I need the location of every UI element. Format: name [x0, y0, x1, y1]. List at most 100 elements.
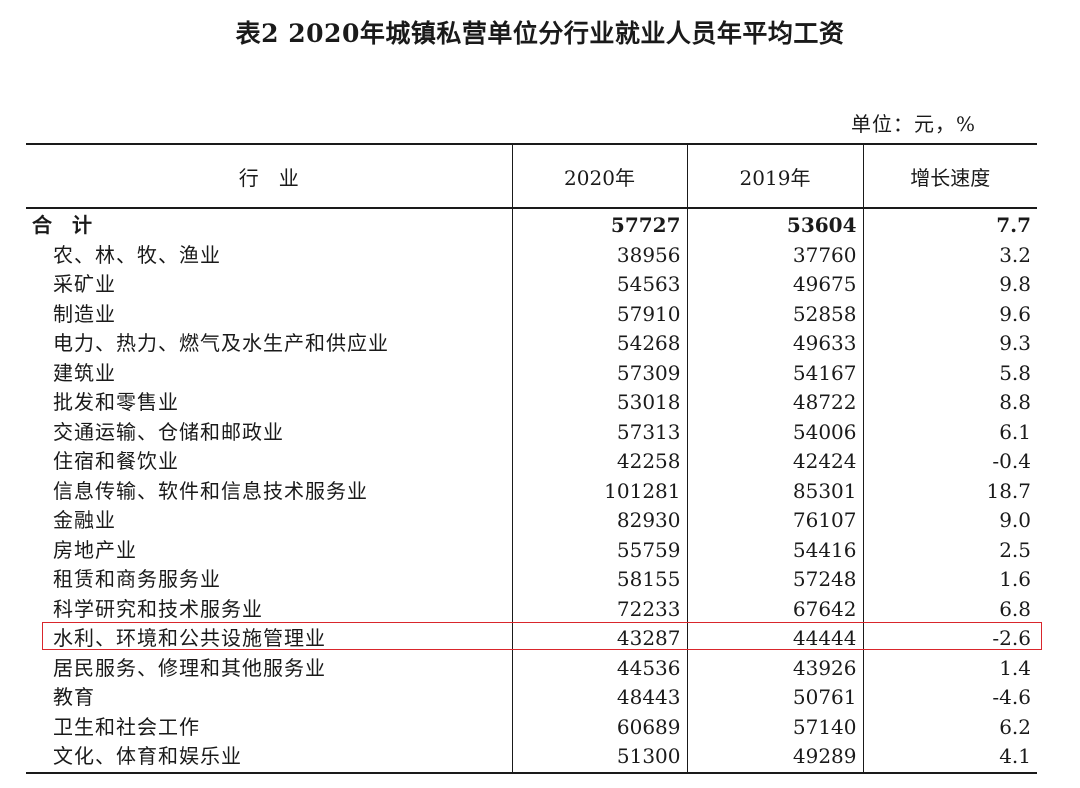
growth-rate: 2.5 — [999, 537, 1031, 562]
industry-name: 住宿和餐饮业 — [26, 447, 513, 477]
table-row: 信息传输、软件和信息技术服务业 101281 85301 18.7 — [26, 476, 1037, 506]
value-2020: 51300 — [512, 742, 688, 774]
growth-rate: 18.7 — [986, 478, 1031, 503]
industry-name: 科学研究和技术服务业 — [26, 594, 513, 624]
value-2019: 54416 — [687, 535, 864, 565]
value-2019: 54006 — [687, 417, 864, 447]
growth-rate: -0.4 — [992, 449, 1031, 473]
industry-name: 文化、体育和娱乐业 — [26, 742, 513, 774]
industry-name: 农、林、牧、渔业 — [26, 240, 513, 270]
industry-name: 建筑业 — [26, 358, 513, 388]
industry-name: 教育 — [26, 683, 513, 713]
value-2019: 57140 — [687, 712, 864, 742]
total-row: 合 计 57727 53604 7.7 — [26, 208, 1037, 241]
growth-rate: 9.3 — [999, 331, 1031, 355]
value-2020: 48443 — [512, 683, 688, 713]
table-row: 电力、热力、燃气及水生产和供应业 54268 49633 9.3 — [26, 329, 1037, 359]
value-2020: 53018 — [512, 388, 688, 418]
value-2019: 54167 — [687, 358, 864, 388]
table-row: 制造业 57910 52858 9.6 — [26, 299, 1037, 329]
growth-rate: 3.2 — [999, 242, 1031, 267]
value-2019: 67642 — [687, 594, 864, 624]
value-2019: 52858 — [687, 299, 864, 329]
growth-rate: 5.8 — [999, 360, 1031, 385]
industry-name: 金融业 — [26, 506, 513, 536]
total-2019: 53604 — [687, 208, 864, 241]
header-2020: 2020年 — [512, 143, 688, 209]
growth-rate: 6.1 — [999, 419, 1031, 444]
growth-rate: 6.2 — [999, 714, 1031, 739]
value-2020: 58155 — [512, 565, 688, 595]
industry-name: 电力、热力、燃气及水生产和供应业 — [26, 329, 513, 359]
value-2020: 72233 — [512, 594, 688, 624]
value-2020: 57313 — [512, 417, 688, 447]
value-2020: 55759 — [512, 535, 688, 565]
table-row: 交通运输、仓储和邮政业 57313 54006 6.1 — [26, 417, 1037, 447]
table-row: 租赁和商务服务业 58155 57248 1.6 — [26, 565, 1037, 595]
growth-rate: 4.1 — [863, 742, 1037, 774]
value-2019: 43926 — [687, 653, 864, 683]
growth-rate: 8.8 — [999, 390, 1031, 414]
industry-name: 制造业 — [26, 299, 513, 329]
table-row: 住宿和餐饮业 42258 42424 -0.4 — [26, 447, 1037, 477]
industry-name: 交通运输、仓储和邮政业 — [26, 417, 513, 447]
industry-name: 水利、环境和公共设施管理业 — [26, 624, 513, 654]
value-2019: 57248 — [687, 565, 864, 595]
industry-name: 采矿业 — [26, 270, 513, 300]
total-growth: 7.7 — [996, 213, 1031, 237]
header-growth: 增长速度 — [863, 143, 1037, 209]
table-row: 科学研究和技术服务业 72233 67642 6.8 — [26, 594, 1037, 624]
value-2020: 44536 — [512, 653, 688, 683]
value-2020: 57910 — [512, 299, 688, 329]
value-2020: 54563 — [512, 270, 688, 300]
table-row: 教育 48443 50761 -4.6 — [26, 683, 1037, 713]
table-row: 采矿业 54563 49675 9.8 — [26, 270, 1037, 300]
value-2019: 49633 — [687, 329, 864, 359]
industry-name: 信息传输、软件和信息技术服务业 — [26, 476, 513, 506]
value-2020: 38956 — [512, 240, 688, 270]
table-row: 水利、环境和公共设施管理业 43287 44444 -2.6 — [26, 624, 1037, 654]
header-2019: 2019年 — [687, 143, 864, 209]
value-2020: 57309 — [512, 358, 688, 388]
table-row: 建筑业 57309 54167 5.8 — [26, 358, 1037, 388]
table-row: 金融业 82930 76107 9.0 — [26, 506, 1037, 536]
table-row: 居民服务、修理和其他服务业 44536 43926 1.4 — [26, 653, 1037, 683]
table-row: 农、林、牧、渔业 38956 37760 3.2 — [26, 240, 1037, 270]
total-2020: 57727 — [512, 208, 688, 241]
value-2019: 42424 — [687, 447, 864, 477]
value-2019: 85301 — [687, 476, 864, 506]
growth-rate: 9.8 — [999, 272, 1031, 296]
total-label: 合 计 — [26, 208, 513, 241]
value-2020: 82930 — [512, 506, 688, 536]
value-2019: 44444 — [687, 624, 864, 654]
table-row: 文化、体育和娱乐业 51300 49289 4.1 — [26, 742, 1037, 774]
value-2020: 101281 — [512, 476, 688, 506]
table-row: 卫生和社会工作 60689 57140 6.2 — [26, 712, 1037, 742]
industry-name: 房地产业 — [26, 535, 513, 565]
table-row: 批发和零售业 53018 48722 8.8 — [26, 388, 1037, 418]
table-row: 房地产业 55759 54416 2.5 — [26, 535, 1037, 565]
table-header-row: 行 业 2020年 2019年 增长速度 — [26, 143, 1037, 209]
growth-rate: -4.6 — [992, 685, 1031, 709]
value-2020: 42258 — [512, 447, 688, 477]
growth-rate: -2.6 — [992, 626, 1031, 650]
value-2019: 48722 — [687, 388, 864, 418]
value-2019: 76107 — [687, 506, 864, 536]
industry-name: 卫生和社会工作 — [26, 712, 513, 742]
value-2019: 49289 — [687, 742, 864, 774]
industry-name: 租赁和商务服务业 — [26, 565, 513, 595]
header-industry: 行 业 — [26, 143, 513, 209]
industry-name: 居民服务、修理和其他服务业 — [26, 653, 513, 683]
value-2019: 37760 — [687, 240, 864, 270]
value-2020: 43287 — [512, 624, 688, 654]
value-2019: 49675 — [687, 270, 864, 300]
wage-table: 行 业 2020年 2019年 增长速度 合 计 57727 53604 7.7… — [26, 143, 1037, 774]
value-2020: 60689 — [512, 712, 688, 742]
growth-rate: 6.8 — [999, 596, 1031, 621]
unit-note: 单位：元，% — [850, 112, 976, 136]
growth-rate: 9.0 — [999, 508, 1031, 532]
value-2019: 50761 — [687, 683, 864, 713]
growth-rate: 1.6 — [999, 567, 1031, 591]
value-2020: 54268 — [512, 329, 688, 359]
growth-rate: 1.4 — [999, 655, 1031, 680]
